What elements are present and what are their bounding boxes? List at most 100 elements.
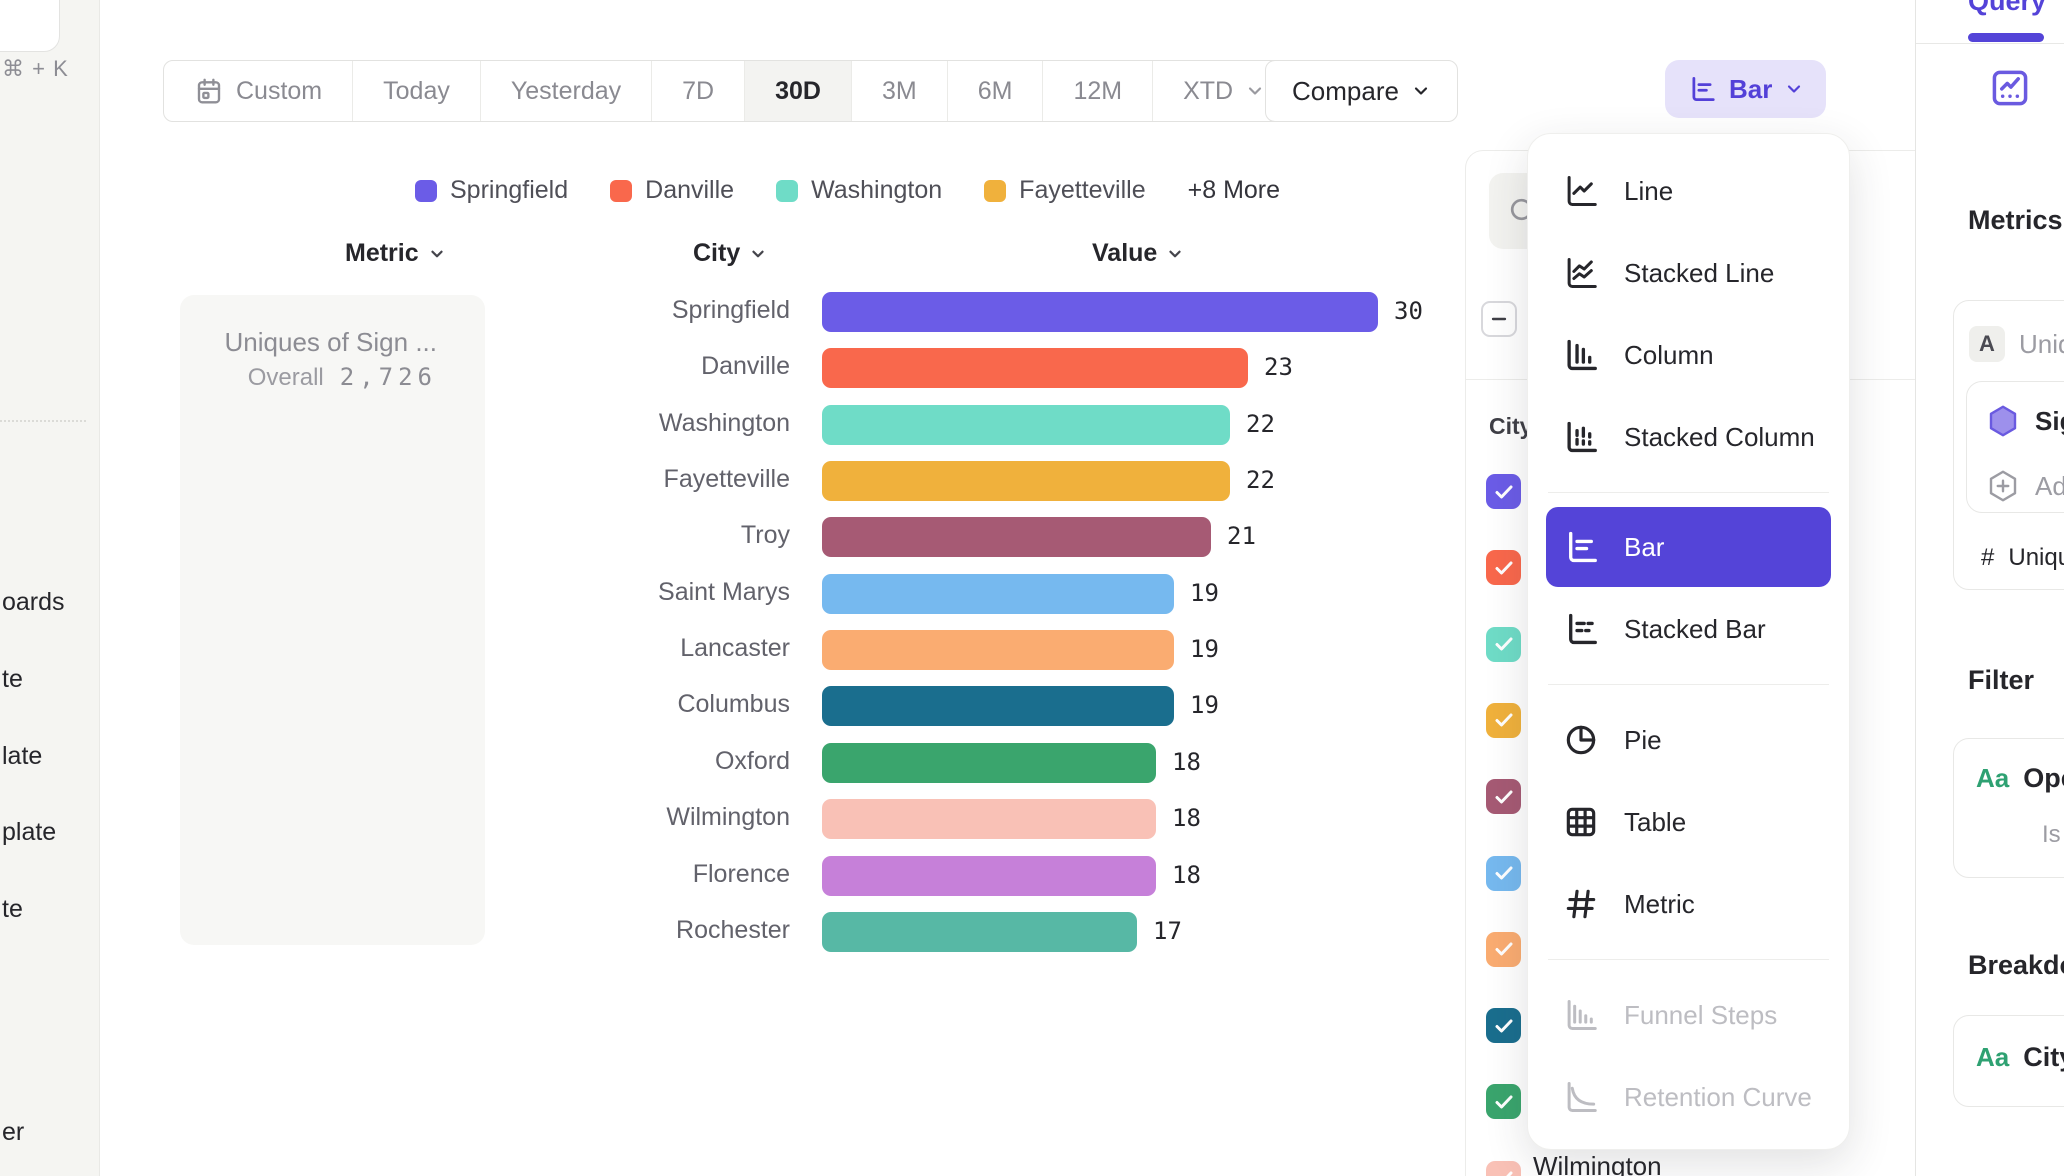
uniques-row[interactable]: # Uniqu xyxy=(1981,544,2064,572)
bar[interactable] xyxy=(822,686,1174,726)
event-label: Uniq xyxy=(2019,329,2064,360)
menu-item-pie[interactable]: Pie xyxy=(1546,699,1831,781)
menu-item-metric[interactable]: Metric xyxy=(1546,863,1831,945)
funnel-chart-icon xyxy=(1562,996,1600,1034)
date-range-3m[interactable]: 3M xyxy=(852,61,948,121)
calendar-icon xyxy=(194,76,224,106)
legend-item-fayetteville[interactable]: Fayetteville xyxy=(984,176,1145,205)
chart-preview-icon[interactable] xyxy=(1988,66,2032,110)
bar[interactable] xyxy=(822,912,1137,952)
bar-row-columbus: Columbus19 xyxy=(0,678,1450,734)
date-range-label: 12M xyxy=(1073,77,1122,106)
event-row[interactable]: A Uniq xyxy=(1969,326,2064,362)
date-range-today[interactable]: Today xyxy=(353,61,481,121)
date-range-custom[interactable]: Custom xyxy=(164,61,353,121)
bar[interactable] xyxy=(822,405,1230,445)
bar-category-label: Springfield xyxy=(420,296,790,325)
check-icon xyxy=(1492,1014,1516,1038)
legend-swatch xyxy=(984,180,1006,202)
legend-item-springfield[interactable]: Springfield xyxy=(415,176,568,205)
add-event-row[interactable]: Ad xyxy=(1985,468,2064,504)
date-range-7d[interactable]: 7D xyxy=(652,61,745,121)
menu-item-stacked-bar[interactable]: Stacked Bar xyxy=(1546,588,1831,670)
date-range-6m[interactable]: 6M xyxy=(948,61,1044,121)
menu-item-table[interactable]: Table xyxy=(1546,781,1831,863)
menu-item-stacked-line[interactable]: Stacked Line xyxy=(1546,232,1831,314)
bar[interactable] xyxy=(822,799,1156,839)
legend-more[interactable]: +8 More xyxy=(1188,176,1280,205)
legend-item-danville[interactable]: Danville xyxy=(610,176,734,205)
legend-label: Springfield xyxy=(450,176,568,205)
event-badge: A xyxy=(1969,326,2005,362)
date-range-12m[interactable]: 12M xyxy=(1043,61,1153,121)
filter-condition-row[interactable]: Is i xyxy=(2042,821,2064,849)
date-range-label: Yesterday xyxy=(511,77,621,106)
date-range-yesterday[interactable]: Yesterday xyxy=(481,61,652,121)
pie-chart-icon xyxy=(1562,721,1600,759)
menu-item-label: Column xyxy=(1624,340,1714,371)
bar[interactable] xyxy=(822,292,1378,332)
column-header-value[interactable]: Value xyxy=(1092,239,1184,268)
check-icon xyxy=(1492,785,1516,809)
city-checkbox[interactable] xyxy=(1486,932,1521,967)
tab-active-underline xyxy=(1968,33,2044,42)
menu-item-retention-curve: Retention Curve xyxy=(1546,1056,1831,1138)
menu-item-line[interactable]: Line xyxy=(1546,150,1831,232)
bar-row-rochester: Rochester17 xyxy=(0,904,1450,960)
city-checkbox[interactable] xyxy=(1486,856,1521,891)
line-chart-icon xyxy=(1562,172,1600,210)
bar-value-label: 19 xyxy=(1190,579,1219,607)
sidebar-item-truncated[interactable]: er xyxy=(2,1118,24,1147)
aa-type-icon: Aa xyxy=(1976,1042,2009,1073)
bar[interactable] xyxy=(822,856,1156,896)
tab-query[interactable]: Query xyxy=(1968,0,2046,17)
metrics-heading: Metrics xyxy=(1968,205,2063,236)
city-checkbox[interactable] xyxy=(1486,703,1521,738)
chevron-down-icon xyxy=(428,245,446,263)
bar-category-label: Oxford xyxy=(420,747,790,776)
bar-category-label: Danville xyxy=(420,352,790,381)
menu-item-label: Metric xyxy=(1624,889,1695,920)
signup-row[interactable]: Sig xyxy=(1985,403,2064,439)
legend-label: Danville xyxy=(645,176,734,205)
bar[interactable] xyxy=(822,574,1174,614)
chevron-down-icon xyxy=(1784,79,1804,99)
bar-row-wilmington: Wilmington18 xyxy=(0,791,1450,847)
date-range-30d[interactable]: 30D xyxy=(745,61,852,121)
city-checkbox[interactable] xyxy=(1486,1084,1521,1119)
add-label: Ad xyxy=(2035,471,2064,502)
select-all-checkbox[interactable] xyxy=(1481,301,1517,337)
bar[interactable] xyxy=(822,517,1211,557)
legend-item-washington[interactable]: Washington xyxy=(776,176,942,205)
compare-button[interactable]: Compare xyxy=(1265,60,1458,122)
city-checkbox[interactable] xyxy=(1486,627,1521,662)
bar[interactable] xyxy=(822,743,1156,783)
city-checkbox[interactable] xyxy=(1486,550,1521,585)
column-header-metric[interactable]: Metric xyxy=(345,239,446,268)
bar-category-label: Florence xyxy=(420,860,790,889)
menu-item-bar[interactable]: Bar xyxy=(1546,507,1831,587)
bar[interactable] xyxy=(822,461,1230,501)
filter-group-label: City xyxy=(1489,413,1532,440)
command-k-shortcut: ⌘ + K xyxy=(2,56,69,82)
chart-type-button[interactable]: Bar xyxy=(1665,60,1826,118)
city-checkbox[interactable] xyxy=(1486,1161,1521,1176)
query-panel: Query Metrics A Uniq Sig Ad # Uniqu Filt… xyxy=(1915,0,2064,1176)
menu-item-label: Line xyxy=(1624,176,1673,207)
bar-chart-icon xyxy=(1687,74,1717,104)
filter-property-row[interactable]: Aa Ope xyxy=(1976,763,2064,794)
legend-swatch xyxy=(776,180,798,202)
bar[interactable] xyxy=(822,630,1174,670)
city-checkbox[interactable] xyxy=(1486,1008,1521,1043)
breakdown-heading: Breakdo xyxy=(1968,950,2064,981)
column-header-city[interactable]: City xyxy=(693,239,767,268)
city-checkbox[interactable] xyxy=(1486,474,1521,509)
menu-item-stacked-column[interactable]: Stacked Column xyxy=(1546,396,1831,478)
city-checkbox[interactable] xyxy=(1486,779,1521,814)
menu-item-column[interactable]: Column xyxy=(1546,314,1831,396)
breakdown-property-row[interactable]: Aa City xyxy=(1976,1042,2064,1073)
bar[interactable] xyxy=(822,348,1248,388)
bar-row-danville: Danville23 xyxy=(0,340,1450,396)
chart-legend: Springfield Danville Washington Fayettevill… xyxy=(415,176,1280,205)
bar-row-springfield: Springfield30 xyxy=(0,284,1450,340)
